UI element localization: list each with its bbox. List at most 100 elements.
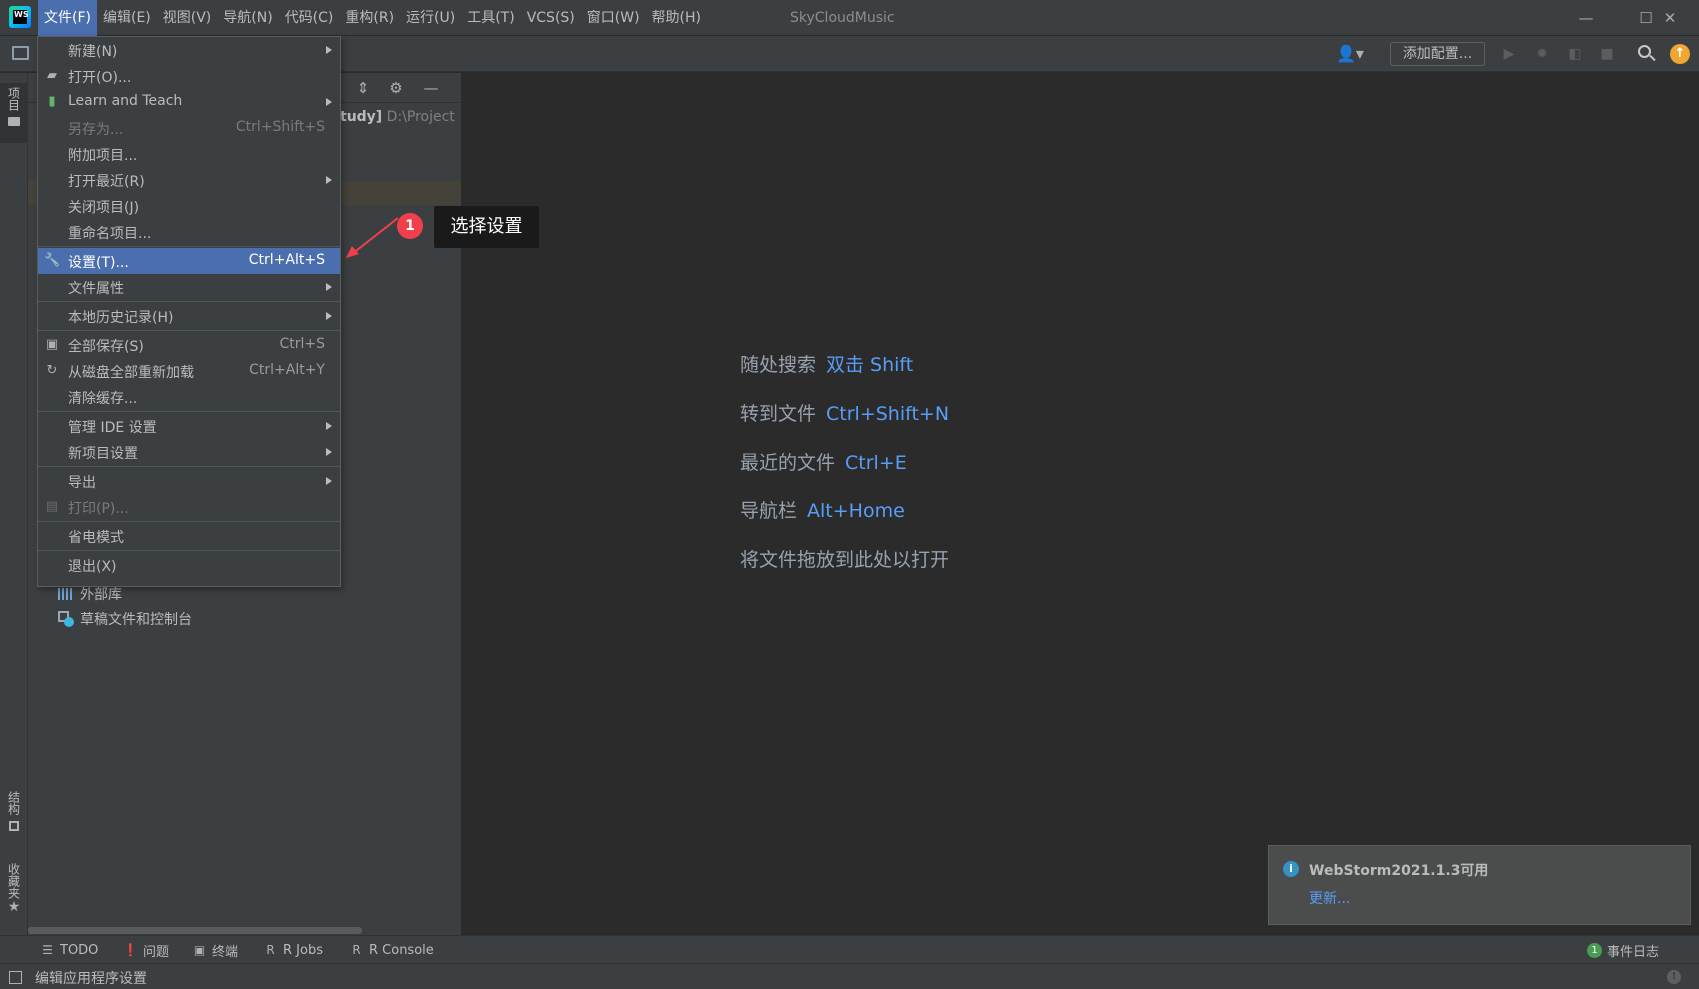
webstorm-logo-icon[interactable]: WS (9, 6, 31, 28)
file-menu-dropdown: 新建(N) ▰ 打开(O)... ▮ Learn and Teach 另存为..… (37, 36, 341, 587)
stop-icon[interactable]: ■ (1597, 44, 1617, 64)
menu-view[interactable]: 视图(V) (157, 0, 218, 36)
menu-separator (38, 521, 340, 522)
menu-item-close-project[interactable]: 关闭项目(J) (38, 193, 340, 219)
status-message: 编辑应用程序设置 (35, 971, 147, 987)
menu-item-shortcut: Ctrl+Alt+S (248, 252, 325, 268)
update-link[interactable]: 更新... (1309, 888, 1350, 908)
menu-item-attach-project[interactable]: 附加项目... (38, 141, 340, 167)
menu-item-export[interactable]: 导出 (38, 468, 340, 494)
collapse-all-icon[interactable]: ⇕ (355, 80, 371, 96)
menu-file[interactable]: 文件(F) (38, 0, 97, 36)
menu-item-rename-project[interactable]: 重命名项目... (38, 219, 340, 245)
problems-tab[interactable]: ❗ 问题 (123, 941, 170, 960)
callout-step-badge: 1 (397, 213, 423, 239)
scratches-node[interactable]: 草稿文件和控制台 (58, 608, 192, 630)
menu-item-shortcut: Ctrl+Alt+Y (249, 362, 325, 378)
menu-help[interactable]: 帮助(H) (646, 0, 707, 36)
menu-item-label: 管理 IDE 设置 (68, 420, 157, 436)
menu-item-label: 新建(N) (68, 44, 118, 60)
menu-item-settings[interactable]: 🔧 设置(T)... Ctrl+Alt+S (38, 248, 340, 274)
favorites-tab-label: 收藏夹 (6, 863, 21, 899)
menu-item-local-history[interactable]: 本地历史记录(H) (38, 303, 340, 329)
menu-edit[interactable]: 编辑(E) (97, 0, 157, 36)
favorites-tool-tab[interactable]: 收藏夹 ★ (0, 863, 28, 933)
r-jobs-tab[interactable]: R R Jobs (263, 941, 323, 959)
menu-item-label: 设置(T)... (68, 255, 129, 271)
bottom-tool-bar: ☰ TODO ❗ 问题 ▣ 终端 R R Jobs R R Console 1 事件日志 (0, 935, 1699, 963)
add-configuration-button[interactable]: 添加配置... (1390, 42, 1485, 66)
submenu-arrow-icon (326, 98, 332, 106)
menu-item-shortcut: Ctrl+S (279, 336, 325, 352)
ide-update-icon[interactable]: ↑ (1670, 44, 1690, 64)
structure-tool-tab[interactable]: 结构 (0, 791, 28, 851)
submenu-arrow-icon (326, 283, 332, 291)
hint-shortcut: 双击 Shift (826, 354, 914, 376)
settings-gear-icon[interactable]: ⚙ (388, 80, 404, 96)
event-count-badge: 1 (1587, 942, 1602, 958)
problems-label: 问题 (143, 944, 170, 960)
menu-item-label: 另存为... (68, 122, 124, 138)
terminal-tab[interactable]: ▣ 终端 (192, 941, 239, 960)
scratches-icon (58, 611, 74, 627)
callout-label: 选择设置 (434, 206, 539, 248)
menu-item-label: 新项目设置 (68, 446, 138, 462)
r-icon: R (266, 942, 275, 957)
horizontal-scrollbar[interactable] (28, 925, 461, 935)
menu-item-manage-ide-settings[interactable]: 管理 IDE 设置 (38, 413, 340, 439)
menu-item-save-as: 另存为... Ctrl+Shift+S (38, 115, 340, 141)
event-log-tab[interactable]: 1 事件日志 (1587, 941, 1659, 960)
minimize-button[interactable]: — (1557, 0, 1615, 36)
menu-code[interactable]: 代码(C) (279, 0, 340, 36)
project-tool-tab[interactable]: 项目 (0, 83, 28, 143)
menu-item-open-recent[interactable]: 打开最近(R) (38, 167, 340, 193)
update-notification: i WebStorm2021.1.3可用 更新... (1268, 845, 1691, 925)
menu-item-power-save-mode[interactable]: 省电模式 (38, 523, 340, 549)
user-account-icon[interactable]: 👤▾ (1336, 44, 1364, 63)
submenu-arrow-icon (326, 477, 332, 485)
menu-separator (38, 301, 340, 302)
menu-window[interactable]: 窗口(W) (581, 0, 646, 36)
scratches-label: 草稿文件和控制台 (80, 612, 192, 628)
info-icon: i (1283, 861, 1299, 877)
menu-item-label: 清除缓存... (68, 391, 138, 407)
hint-shortcut: Alt+Home (807, 500, 905, 522)
tool-window-toggle-icon[interactable] (9, 971, 22, 984)
star-icon: ★ (7, 899, 21, 915)
menu-item-reload-all[interactable]: ↻ 从磁盘全部重新加载 Ctrl+Alt+Y (38, 358, 340, 384)
close-button[interactable]: ✕ (1641, 0, 1699, 36)
menu-item-save-all[interactable]: ▣ 全部保存(S) Ctrl+S (38, 332, 340, 358)
run-icon[interactable]: ▶ (1499, 44, 1519, 64)
hint-label: 随处搜索 (740, 354, 817, 376)
hide-panel-icon[interactable]: — (423, 80, 439, 96)
external-libraries-label: 外部库 (80, 587, 122, 603)
project-root-node[interactable]: tudy] D:\Project (340, 109, 455, 125)
r-console-tab[interactable]: R R Console (349, 941, 433, 959)
hint-goto-file: 转到文件 Ctrl+Shift+N (740, 399, 949, 426)
project-view-icon[interactable] (12, 46, 29, 60)
search-everywhere-icon[interactable] (1637, 44, 1657, 64)
menu-item-file-properties[interactable]: 文件属性 (38, 274, 340, 300)
coverage-icon[interactable]: ◧ (1565, 44, 1585, 64)
notification-status-icon[interactable]: ! (1667, 970, 1681, 984)
menu-item-exit[interactable]: 退出(X) (38, 552, 340, 578)
submenu-arrow-icon (326, 448, 332, 456)
todo-tab[interactable]: ☰ TODO (40, 941, 98, 959)
terminal-label: 终端 (212, 944, 239, 960)
menu-item-new[interactable]: 新建(N) (38, 37, 340, 63)
menu-item-learn-and-teach[interactable]: ▮ Learn and Teach (38, 89, 340, 115)
menu-item-label: 省电模式 (68, 530, 124, 546)
menu-item-new-project-settings[interactable]: 新项目设置 (38, 439, 340, 465)
menu-refactor[interactable]: 重构(R) (339, 0, 400, 36)
menu-item-print: ▤ 打印(P)... (38, 494, 340, 520)
menu-run[interactable]: 运行(U) (400, 0, 461, 36)
menu-vcs[interactable]: VCS(S) (521, 0, 581, 36)
menu-tools[interactable]: 工具(T) (461, 0, 520, 36)
menu-separator (38, 246, 340, 247)
menu-item-label: 导出 (68, 475, 96, 491)
hint-label: 最近的文件 (740, 452, 836, 474)
debug-icon[interactable]: ✹ (1532, 44, 1552, 64)
menu-navigate[interactable]: 导航(N) (217, 0, 278, 36)
menu-item-open[interactable]: ▰ 打开(O)... (38, 63, 340, 89)
menu-item-invalidate-caches[interactable]: 清除缓存... (38, 384, 340, 410)
